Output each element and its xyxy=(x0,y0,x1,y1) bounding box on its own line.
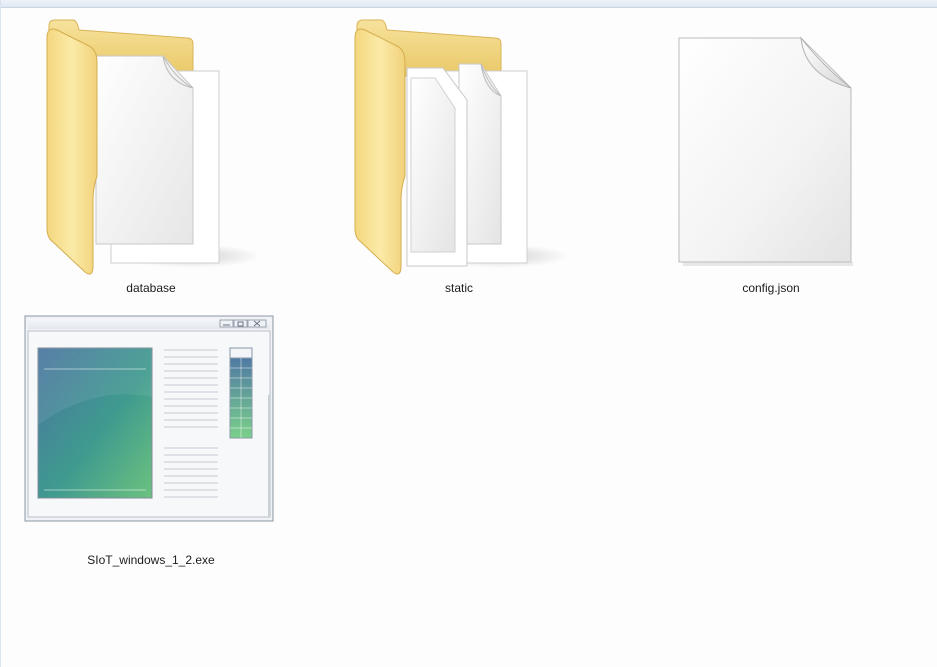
file-item-database[interactable]: database xyxy=(41,16,261,296)
file-item-siot-exe[interactable]: SIoT_windows_1_2.exe xyxy=(21,313,281,575)
folder-with-document-icon xyxy=(41,16,261,278)
file-name-label: config.json xyxy=(742,281,800,295)
file-name-label: database xyxy=(126,281,176,295)
file-name-label: SIoT_windows_1_2.exe xyxy=(87,553,215,567)
file-item-static[interactable]: static xyxy=(349,16,569,296)
file-view[interactable]: database static config.json SIoT_windows… xyxy=(1,8,937,667)
file-item-config-json[interactable]: config.json xyxy=(661,16,881,296)
application-window-icon xyxy=(24,315,276,527)
file-name-label: static xyxy=(444,281,473,295)
window-top-edge xyxy=(0,0,937,8)
folder-with-documents-icon xyxy=(349,16,569,278)
blank-document-icon xyxy=(677,36,857,268)
